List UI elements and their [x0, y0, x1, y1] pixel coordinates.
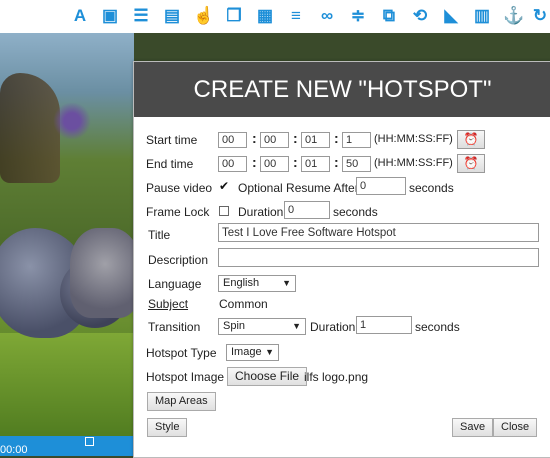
- video-character: [70, 228, 134, 318]
- start-time-capture-button[interactable]: ⏰: [457, 130, 485, 149]
- language-select[interactable]: English ▼: [218, 275, 296, 292]
- anchor-icon[interactable]: ⚓: [503, 6, 524, 26]
- colon: :: [293, 154, 298, 170]
- create-hotspot-dialog: CREATE NEW "HOTSPOT" Start time : : : (H…: [133, 61, 550, 458]
- style-button[interactable]: Style: [147, 418, 188, 437]
- hotspot-type-select[interactable]: Image ▼: [226, 344, 279, 361]
- end-time-row: End time : : : (HH:MM:SS:FF) ⏰: [146, 153, 543, 175]
- subject-row: Subject Common: [146, 293, 543, 315]
- rotate-icon[interactable]: ↻: [530, 6, 550, 26]
- frame-lock-label: Frame Lock: [146, 205, 210, 219]
- save-button[interactable]: Save: [452, 418, 494, 437]
- hand-icon[interactable]: ☝: [193, 6, 214, 26]
- calendar-icon[interactable]: ▦: [255, 6, 275, 26]
- colon: :: [334, 154, 339, 170]
- list-icon[interactable]: ☰: [131, 6, 151, 26]
- hotspot-image-row: Hotspot Image Choose File ilfs logo.png: [146, 366, 543, 388]
- frame-lock-duration-input[interactable]: [284, 201, 330, 219]
- end-mm-input[interactable]: [260, 156, 289, 172]
- seconds-label: seconds: [333, 205, 378, 219]
- list-bold-icon[interactable]: ≡: [286, 6, 306, 26]
- pause-video-checkbox[interactable]: ✔: [219, 180, 229, 192]
- map-areas-button[interactable]: Map Areas: [147, 392, 216, 411]
- chevron-down-icon: ▼: [282, 278, 291, 288]
- video-flowers: [52, 103, 92, 139]
- start-mm-input[interactable]: [260, 132, 289, 148]
- start-ff-input[interactable]: [342, 132, 371, 148]
- text-icon[interactable]: A: [70, 6, 90, 26]
- transition-select[interactable]: Spin ▼: [218, 318, 306, 335]
- video-timecode: 00:00: [0, 444, 28, 456]
- start-ss-input[interactable]: [301, 132, 330, 148]
- end-ss-input[interactable]: [301, 156, 330, 172]
- end-ff-input[interactable]: [342, 156, 371, 172]
- time-format-hint: (HH:MM:SS:FF): [374, 133, 453, 145]
- link-icon[interactable]: ∞: [317, 6, 337, 26]
- end-hh-input[interactable]: [218, 156, 247, 172]
- resume-after-input[interactable]: [356, 177, 406, 195]
- time-format-hint: (HH:MM:SS:FF): [374, 157, 453, 169]
- subject-link[interactable]: Subject: [148, 297, 188, 311]
- chevron-down-icon: ▼: [265, 347, 274, 357]
- sliders-icon[interactable]: ≑: [348, 6, 368, 26]
- video-tree: [0, 73, 60, 183]
- seconds-label: seconds: [415, 320, 460, 334]
- table-icon[interactable]: ▥: [472, 6, 492, 26]
- language-row: Language English ▼: [146, 272, 543, 294]
- start-time-row: Start time : : : (HH:MM:SS:FF) ⏰: [146, 129, 543, 151]
- duration-label: Duration: [310, 320, 356, 334]
- hotspot-marker[interactable]: [85, 437, 94, 446]
- image-icon[interactable]: ▣: [100, 6, 120, 26]
- crop-icon[interactable]: ⧉: [379, 6, 399, 26]
- video-grass: [0, 333, 134, 443]
- duration-label: Duration: [238, 205, 284, 219]
- title-label: Title: [148, 228, 171, 242]
- colon: :: [252, 154, 257, 170]
- pause-video-label: Pause video: [146, 181, 213, 195]
- close-button[interactable]: Close: [493, 418, 538, 437]
- copy-icon[interactable]: ❐: [224, 6, 244, 26]
- language-label: Language: [148, 277, 202, 291]
- start-hh-input[interactable]: [218, 132, 247, 148]
- alarm-clock-icon: ⏰: [463, 132, 479, 146]
- description-row: Description: [146, 247, 543, 269]
- colon: :: [334, 130, 339, 146]
- transition-duration-input[interactable]: [356, 316, 412, 334]
- transition-value: Spin: [223, 320, 246, 332]
- start-time-label: Start time: [146, 133, 198, 147]
- hotspot-type-label: Hotspot Type: [146, 346, 217, 360]
- alarm-clock-icon: ⏰: [463, 156, 479, 170]
- seconds-label: seconds: [409, 181, 454, 195]
- pause-video-row: Pause video ✔ Optional Resume After seco…: [146, 177, 543, 199]
- colon: :: [293, 130, 298, 146]
- description-input[interactable]: [218, 248, 539, 267]
- toolbar: A ▣ ☰ ▤ ☝ ❐ ▦ ≡ ∞ ≑ ⧉ ⟲ ◣ ▥ ⚓ ↻: [0, 0, 550, 33]
- hotspot-type-value: Image: [231, 346, 262, 358]
- frame-lock-row: Frame Lock Duration seconds: [146, 201, 543, 223]
- hotspot-type-row: Hotspot Type Image ▼: [146, 342, 543, 364]
- choose-file-button[interactable]: Choose File: [227, 367, 308, 386]
- title-row: Title: [146, 223, 543, 245]
- chevron-down-icon: ▼: [292, 321, 301, 331]
- resume-after-label: Optional Resume After: [238, 181, 359, 195]
- colon: :: [252, 130, 257, 146]
- frame-lock-checkbox[interactable]: [219, 206, 229, 216]
- dialog-title: CREATE NEW "HOTSPOT": [134, 62, 550, 117]
- description-label: Description: [148, 253, 209, 267]
- transition-row: Transition Spin ▼ Duration seconds: [146, 315, 543, 337]
- selected-filename: ilfs logo.png: [304, 370, 369, 384]
- end-time-capture-button[interactable]: ⏰: [457, 154, 485, 173]
- video-frame[interactable]: [0, 33, 134, 456]
- document-icon[interactable]: ▤: [162, 6, 182, 26]
- title-input[interactable]: [218, 223, 539, 242]
- language-value: English: [223, 277, 260, 289]
- hotspot-image-label: Hotspot Image: [146, 370, 225, 384]
- subject-value: Common: [219, 297, 268, 311]
- end-time-label: End time: [146, 157, 194, 171]
- speaker-icon[interactable]: ◣: [441, 6, 461, 26]
- transition-label: Transition: [148, 320, 201, 334]
- refresh-icon[interactable]: ⟲: [410, 6, 430, 26]
